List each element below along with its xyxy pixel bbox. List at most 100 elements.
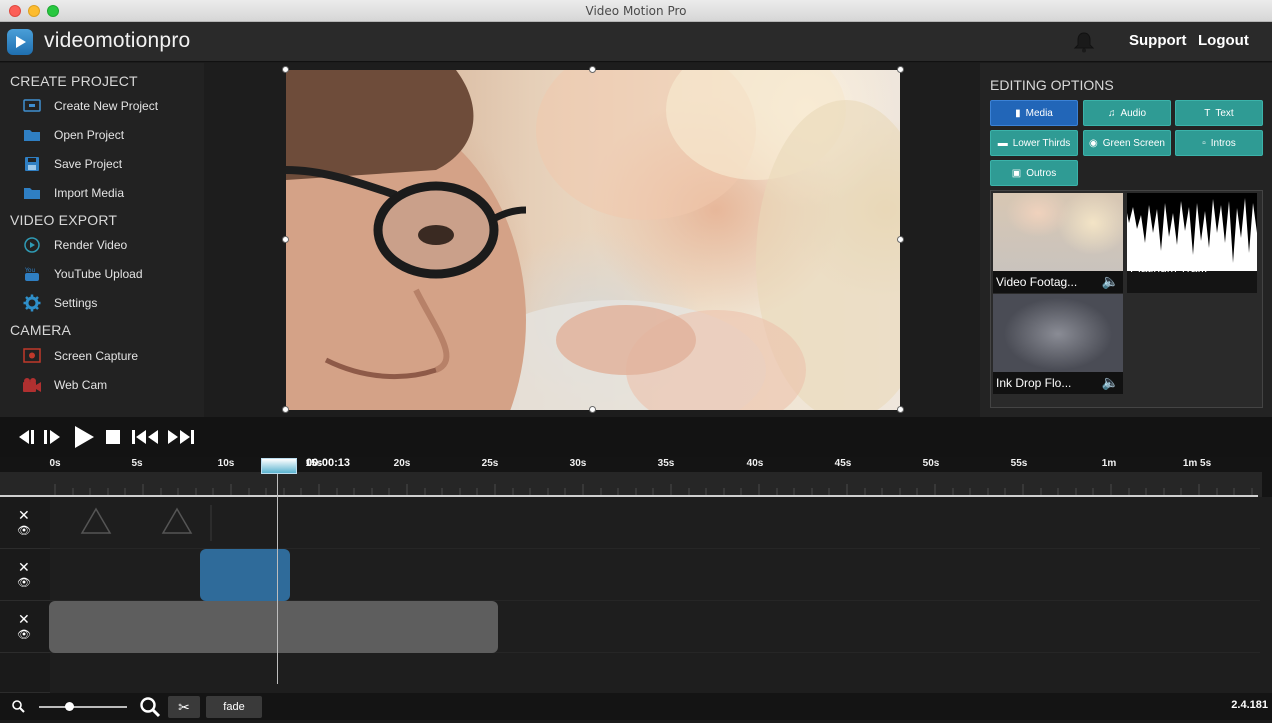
sidebar-item-screen-capture[interactable]: Screen Capture	[22, 345, 197, 367]
sidebar-item-create-new-project[interactable]: Create New Project	[22, 95, 197, 117]
media-item[interactable]: Video Footag... 🔈	[993, 193, 1123, 293]
ruler-strip	[0, 472, 1262, 497]
zoom-in-icon[interactable]	[139, 696, 161, 723]
remove-track-icon[interactable]: ✕	[18, 611, 30, 628]
timeline-ruler[interactable]: 0s 5s 10s 15s 20s 25s 30s 35s 40s 45s 50…	[0, 457, 1272, 497]
tick-label: 5s	[131, 458, 143, 469]
sidebar-item-label: YouTube Upload	[54, 267, 143, 281]
left-sidebar: CREATE PROJECT Create New Project Open P…	[0, 63, 204, 417]
tick-label: 55s	[1010, 458, 1028, 469]
eye-icon[interactable]: 👁	[17, 576, 31, 589]
media-item-name: Ink Drop Flo...	[996, 376, 1072, 390]
media-thumbnail	[993, 193, 1123, 271]
media-item-name: Platinum Tra...	[1130, 261, 1208, 275]
sidebar-item-save-project[interactable]: Save Project	[22, 153, 197, 175]
tab-text[interactable]: T Text	[1175, 100, 1263, 126]
zoom-out-icon[interactable]	[11, 699, 25, 718]
remove-track-icon[interactable]: ✕	[18, 559, 30, 576]
eye-icon[interactable]: 👁	[17, 524, 31, 537]
eye-icon[interactable]: 👁	[17, 628, 31, 641]
tick-label: 35s	[657, 458, 675, 469]
tab-green-screen[interactable]: ◉ Green Screen	[1083, 130, 1171, 156]
tab-media[interactable]: ▮ Media	[990, 100, 1078, 126]
step-forward-icon[interactable]	[42, 426, 64, 453]
zoom-slider[interactable]	[39, 706, 127, 708]
tab-lower-thirds[interactable]: ▬ Lower Thirds	[990, 130, 1078, 156]
media-library: Video Footag... 🔈 Platinum Tra... Ink Dr…	[990, 190, 1263, 408]
sidebar-item-label: Screen Capture	[54, 349, 139, 363]
media-item-name: Video Footag...	[996, 275, 1078, 289]
playhead-handle[interactable]	[261, 458, 297, 474]
youtube-icon: You	[22, 265, 42, 283]
sidebar-item-label: Save Project	[54, 157, 123, 171]
tab-label: Intros	[1210, 137, 1236, 149]
resize-handle[interactable]	[589, 66, 596, 73]
camera-icon: ◉	[1089, 137, 1098, 149]
sidebar-item-label: Open Project	[54, 128, 125, 142]
version-label: 2.4.181	[1231, 699, 1268, 711]
timeline-clip[interactable]	[49, 601, 498, 653]
video-preview[interactable]	[286, 70, 900, 410]
editing-options-title: EDITING OPTIONS	[990, 77, 1114, 93]
sidebar-item-label: Import Media	[54, 186, 125, 200]
folder-open-icon	[22, 126, 42, 144]
folder-icon	[22, 184, 42, 202]
music-note-icon: ♫	[1107, 107, 1116, 119]
sidebar-item-open-project[interactable]: Open Project	[22, 124, 197, 146]
track-controls: ✕ 👁	[0, 549, 50, 601]
render-icon	[22, 236, 42, 254]
remove-track-icon[interactable]: ✕	[18, 507, 30, 524]
resize-handle[interactable]	[282, 66, 289, 73]
resize-handle[interactable]	[897, 406, 904, 413]
section-title-video-export: VIDEO EXPORT	[10, 212, 118, 228]
tick-label: 0s	[49, 458, 61, 469]
rewind-icon[interactable]	[131, 426, 161, 453]
track-controls: ✕ 👁	[0, 601, 50, 653]
support-link[interactable]: Support	[1129, 32, 1187, 49]
sidebar-item-label: Settings	[54, 296, 98, 310]
tick-label: 25s	[481, 458, 499, 469]
sidebar-item-import-media[interactable]: Import Media	[22, 182, 197, 204]
media-item[interactable]: Platinum Tra...	[1127, 193, 1257, 293]
sidebar-item-youtube-upload[interactable]: You YouTube Upload	[22, 263, 197, 285]
resize-handle[interactable]	[897, 236, 904, 243]
track-controls: ✕ 👁	[0, 497, 50, 549]
speaker-icon: 🔈	[1101, 374, 1119, 390]
track-controls	[0, 653, 50, 693]
bottom-toolbar: ✂ fade 2.4.181	[0, 693, 1272, 720]
outros-icon: ▣	[1011, 167, 1022, 179]
zoom-slider-knob[interactable]	[65, 702, 74, 711]
track-row[interactable]	[50, 497, 1260, 549]
resize-handle[interactable]	[282, 236, 289, 243]
step-back-icon[interactable]	[15, 426, 37, 453]
bell-icon[interactable]	[1072, 30, 1096, 59]
resize-handle[interactable]	[897, 66, 904, 73]
fast-forward-icon[interactable]	[166, 426, 196, 453]
sidebar-item-render-video[interactable]: Render Video	[22, 234, 197, 256]
playhead-line	[277, 474, 278, 684]
sidebar-item-settings[interactable]: Settings	[22, 292, 197, 314]
tab-outros[interactable]: ▣ Outros	[990, 160, 1078, 186]
play-icon[interactable]	[72, 424, 96, 455]
svg-text:You: You	[24, 267, 36, 274]
tick-label: 30s	[569, 458, 587, 469]
app-header: videomotionpro Support Logout	[0, 22, 1272, 62]
tab-intros[interactable]: ▫ Intros	[1175, 130, 1263, 156]
tick-label: 1m	[1101, 458, 1117, 469]
tab-audio[interactable]: ♫ Audio	[1083, 100, 1171, 126]
tab-label: Lower Thirds	[1012, 137, 1071, 149]
logout-link[interactable]: Logout	[1198, 32, 1249, 49]
stop-icon[interactable]	[104, 428, 122, 451]
scissors-button[interactable]: ✂	[168, 696, 200, 718]
tick-label: 1m 5s	[1182, 458, 1212, 469]
text-icon: T	[1204, 107, 1211, 119]
section-title-create-project: CREATE PROJECT	[10, 73, 138, 89]
fade-button[interactable]: fade	[206, 696, 262, 718]
resize-handle[interactable]	[589, 406, 596, 413]
tab-label: Text	[1215, 107, 1234, 119]
sidebar-item-web-cam[interactable]: Web Cam	[22, 374, 197, 396]
media-item[interactable]: Ink Drop Flo... 🔈	[993, 294, 1123, 394]
resize-handle[interactable]	[282, 406, 289, 413]
tab-label: Audio	[1120, 107, 1147, 119]
intros-icon: ▫	[1202, 137, 1206, 149]
